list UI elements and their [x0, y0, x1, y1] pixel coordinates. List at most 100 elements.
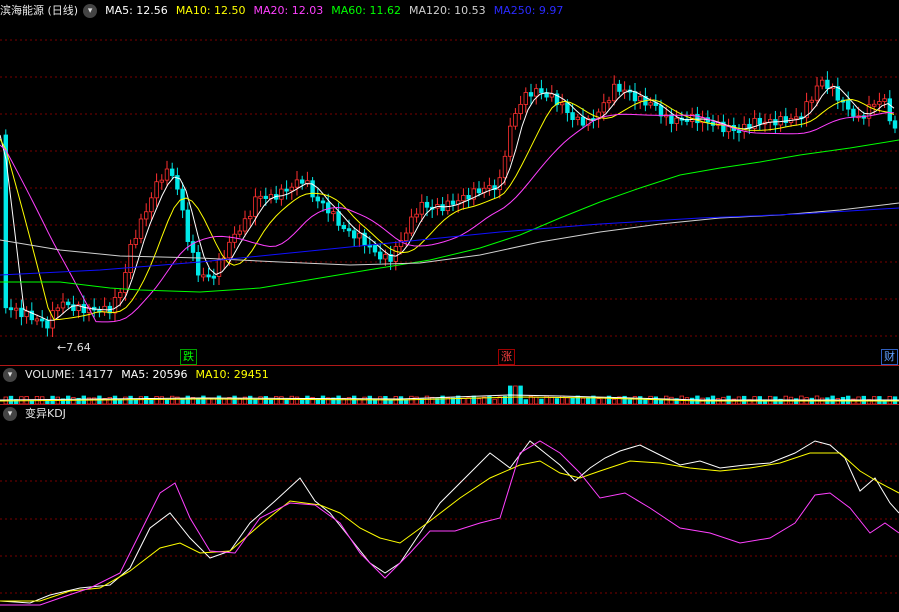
ma10-value: MA10: 12.50: [175, 4, 246, 17]
candle: [887, 98, 892, 122]
volume-bar: [201, 395, 206, 405]
volume-bar: [638, 396, 643, 405]
kdj-chart[interactable]: [0, 423, 899, 611]
volume-bar: [143, 396, 149, 405]
candle: [424, 201, 430, 208]
volume-bar: [424, 395, 430, 405]
candle: [284, 188, 289, 192]
volume-bar: [549, 396, 554, 405]
chevron-down-icon[interactable]: ▾: [3, 407, 17, 421]
candle: [450, 200, 456, 205]
volume-ma5: MA5: 20596: [121, 368, 188, 381]
candle: [445, 200, 450, 212]
ma5-value: MA5: 12.56: [105, 4, 168, 17]
chevron-down-icon[interactable]: ▾: [3, 368, 17, 382]
candle: [351, 230, 357, 239]
candle: [325, 202, 331, 214]
candle: [315, 196, 320, 202]
volume-bar: [279, 396, 284, 405]
volume-bar: [169, 395, 175, 405]
candle: [461, 194, 466, 202]
ma120-value: MA120: 10.53: [408, 4, 486, 17]
candle: [872, 103, 877, 107]
candle: [8, 307, 14, 311]
candle: [487, 185, 492, 189]
candle: [476, 188, 482, 194]
ma20-value: MA20: 12.03: [253, 4, 324, 17]
candle: [13, 307, 19, 311]
candle: [601, 102, 606, 113]
candle: [513, 113, 518, 127]
candle: [560, 102, 565, 106]
volume-bar: [362, 396, 367, 405]
price-chart[interactable]: [0, 20, 899, 365]
candle: [40, 318, 45, 322]
ma60-value: MA60: 11.62: [331, 4, 401, 17]
event-tag-finance[interactable]: 财: [881, 349, 898, 365]
candle: [247, 215, 253, 220]
candle: [648, 102, 653, 106]
candle: [253, 196, 258, 217]
candle: [539, 88, 544, 94]
candle: [305, 180, 310, 184]
candle: [570, 112, 575, 121]
volume-legend: ▾ VOLUME: 14177 MA5: 20596 MA10: 29451: [0, 366, 277, 384]
candle: [138, 218, 144, 239]
candle: [55, 307, 60, 312]
candle: [357, 232, 362, 239]
candle: [638, 95, 643, 102]
candle: [409, 216, 414, 234]
candle: [846, 100, 851, 110]
candle: [632, 91, 638, 102]
volume-bar: [534, 396, 539, 405]
candle: [534, 88, 539, 97]
event-tag-down[interactable]: 跌: [180, 349, 197, 365]
candle: [227, 241, 232, 259]
volume-chart[interactable]: [0, 385, 899, 405]
candle: [294, 179, 300, 188]
ma250-value: MA250: 9.97: [493, 4, 564, 17]
candle: [820, 79, 825, 87]
event-tag-up[interactable]: 涨: [498, 349, 515, 365]
candle: [185, 209, 190, 242]
volume-bar: [159, 396, 164, 405]
candle: [580, 116, 586, 126]
candle: [612, 83, 617, 102]
volume-bar: [185, 395, 190, 405]
candle: [606, 100, 612, 104]
candle: [112, 297, 118, 314]
candle: [128, 244, 133, 273]
candle: [279, 188, 284, 200]
candle: [320, 200, 326, 204]
candle: [440, 204, 445, 212]
volume-bar: [123, 396, 128, 405]
chevron-down-icon[interactable]: ▾: [83, 4, 98, 18]
candle: [133, 237, 138, 245]
volume-value: VOLUME: 14177: [25, 368, 114, 381]
candle: [393, 246, 398, 262]
volume-bar: [273, 396, 279, 405]
candle: [419, 201, 424, 215]
candle: [814, 85, 820, 101]
volume-bar: [232, 395, 237, 405]
volume-bar: [575, 395, 580, 405]
candle: [794, 116, 799, 120]
candle: [34, 318, 40, 322]
candle: [24, 310, 29, 318]
candle: [242, 218, 248, 232]
candle: [346, 228, 352, 232]
candle: [518, 104, 523, 114]
candle: [575, 116, 580, 121]
low-price-label: ←7.64: [57, 341, 91, 354]
candle: [206, 274, 211, 278]
candle: [892, 120, 898, 129]
panel-divider: [0, 404, 899, 405]
candle: [736, 130, 742, 133]
candle: [507, 125, 513, 157]
candle: [258, 195, 263, 199]
candle: [809, 99, 814, 103]
candle: [523, 92, 528, 105]
candle: [778, 116, 783, 126]
volume-bar: [247, 395, 253, 405]
volume-bar: [263, 396, 268, 405]
